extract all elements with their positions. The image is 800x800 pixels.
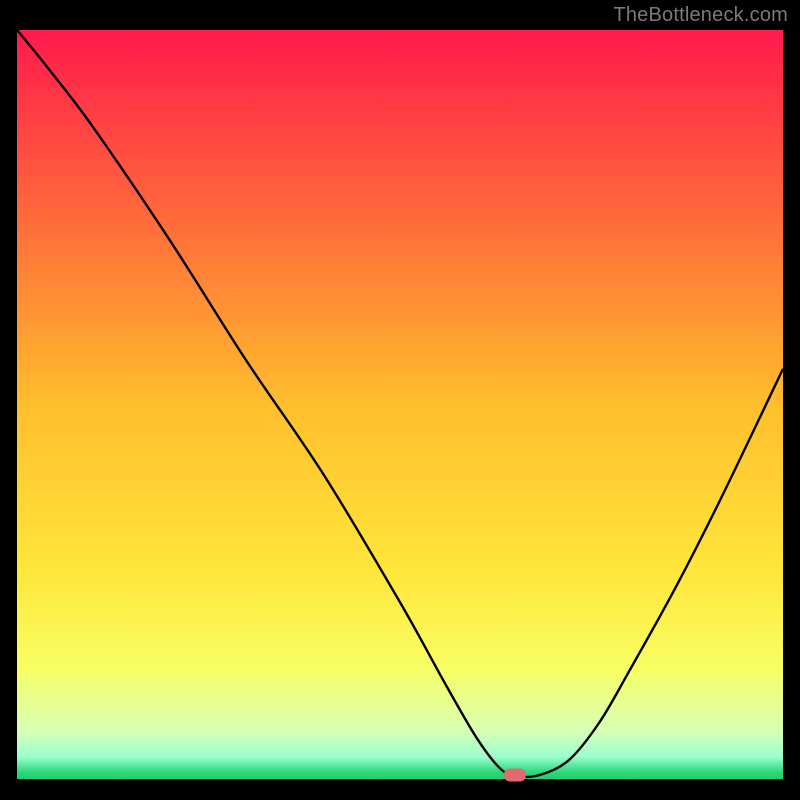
plot-area (17, 30, 783, 783)
optimal-marker (504, 768, 526, 781)
x-axis (17, 779, 783, 783)
attribution-label: TheBottleneck.com (613, 4, 788, 27)
chart-frame: TheBottleneck.com (0, 0, 800, 800)
bottleneck-chart (17, 30, 783, 783)
gradient-background (17, 30, 783, 783)
